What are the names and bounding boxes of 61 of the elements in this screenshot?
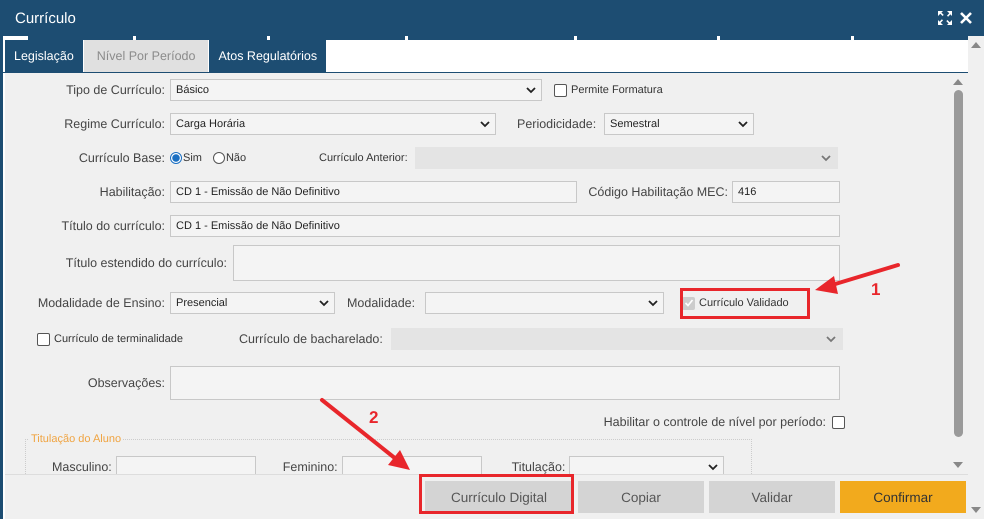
field-label: Currículo de bacharelado: — [239, 332, 384, 346]
scroll-down-icon[interactable] — [971, 507, 981, 514]
field-label: Tipo de Currículo: — [65, 83, 166, 97]
window-title: Currículo — [15, 10, 76, 26]
radio-button[interactable] — [170, 152, 182, 164]
tab[interactable]: Legislação — [5, 40, 83, 72]
field-label: Habilitar o controle de nível por período: — [604, 415, 826, 429]
checkbox-label: Permite Formatura — [571, 84, 663, 96]
chevron-down-icon — [738, 120, 748, 128]
tab[interactable]: Atos Regulatórios — [209, 40, 326, 72]
field-label: Currículo Anterior: — [319, 152, 409, 164]
checkbox[interactable] — [37, 332, 50, 346]
dropdown[interactable]: Semestral — [604, 113, 754, 135]
chevron-down-icon — [708, 464, 718, 470]
close-icon[interactable] — [960, 12, 972, 24]
annotation-number: 1 — [871, 280, 880, 300]
chevron-down-icon — [648, 300, 658, 306]
chevron-down-icon — [826, 336, 836, 342]
radio-label: Sim — [183, 152, 202, 164]
field-label: Regime Currículo: — [63, 117, 166, 131]
field-label: Modalidade: — [347, 296, 416, 310]
dropdown[interactable]: Básico — [170, 79, 542, 101]
checkbox[interactable] — [554, 84, 567, 96]
action-button[interactable]: Confirmar — [840, 481, 966, 513]
chevron-down-icon — [319, 300, 329, 306]
chevron-down-icon — [526, 86, 536, 94]
fieldset-legend: Titulação do Aluno — [29, 433, 124, 445]
scroll-thumb[interactable] — [954, 90, 962, 437]
dropdown[interactable]: Carga Horária — [170, 113, 496, 135]
field-label: Periodicidade: — [517, 117, 598, 131]
chevron-down-icon — [821, 154, 831, 162]
chevron-down-icon — [480, 120, 490, 128]
action-button[interactable]: Copiar — [578, 481, 704, 513]
annotation-number: 2 — [369, 408, 378, 428]
input-field[interactable]: CD 1 - Emissão de Não Definitivo — [170, 181, 577, 203]
field-label: Habilitação: — [98, 185, 166, 199]
input-field[interactable]: 416 — [732, 181, 840, 203]
checkbox-label: Currículo Validado — [699, 297, 789, 309]
field-label: Título estendido do currículo: — [64, 256, 228, 270]
input-field[interactable] — [342, 456, 482, 474]
radio-button[interactable] — [212, 152, 225, 164]
checkbox[interactable] — [832, 416, 845, 428]
input-field[interactable]: CD 1 - Emissão de Não Definitivo — [170, 215, 840, 237]
field-label: Masculino: — [52, 460, 112, 474]
maximize-icon[interactable] — [938, 11, 952, 25]
field-label: Observações: — [86, 376, 166, 390]
scroll-up-icon[interactable] — [971, 41, 981, 48]
scroll-up-icon[interactable] — [953, 78, 963, 85]
action-button[interactable]: Currículo Digital — [425, 481, 573, 513]
field-label: Titulação: — [512, 460, 566, 474]
field-label: Título do currículo: — [60, 219, 166, 233]
field-label: Currículo Base: — [78, 151, 166, 165]
dropdown[interactable]: Presencial — [170, 292, 335, 314]
field-label: Código Habilitação MEC: — [587, 185, 728, 199]
radio-label: Não — [226, 152, 246, 164]
action-button[interactable]: Validar — [709, 481, 835, 513]
field-label: Modalidade de Ensino: — [36, 296, 166, 310]
field-label: Feminino: — [282, 460, 338, 474]
scroll-down-icon[interactable] — [953, 462, 963, 469]
input-field[interactable] — [116, 456, 256, 474]
checkbox-label: Currículo de terminalidade — [54, 333, 184, 345]
